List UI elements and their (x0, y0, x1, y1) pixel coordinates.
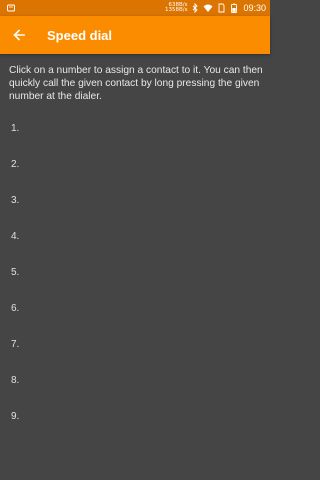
arrow-back-icon (13, 29, 25, 41)
speed-dial-number: 4. (11, 230, 20, 242)
speed-dial-item-9[interactable]: 9. (0, 398, 270, 434)
clock: 09:30 (243, 3, 266, 13)
speed-dial-number: 3. (11, 194, 20, 206)
speed-dial-number: 5. (11, 266, 20, 278)
speed-dial-item-1[interactable]: 1. (0, 110, 270, 146)
speed-dial-number: 9. (11, 410, 20, 422)
speed-dial-item-3[interactable]: 3. (0, 182, 270, 218)
speed-dial-number: 7. (11, 338, 20, 350)
speed-dial-item-8[interactable]: 8. (0, 362, 270, 398)
battery-icon (231, 3, 238, 13)
speed-dial-number: 6. (11, 302, 20, 314)
speed-dial-item-2[interactable]: 2. (0, 146, 270, 182)
speed-dial-item-5[interactable]: 5. (0, 254, 270, 290)
speed-dial-item-6[interactable]: 6. (0, 290, 270, 326)
speed-dial-list: 1. 2. 3. 4. 5. 6. 7. 8. 9. (0, 110, 270, 434)
status-bar: 638B/s 1358B/s 09:30 (0, 0, 270, 16)
speed-dial-description: Click on a number to assign a contact to… (9, 65, 263, 102)
wifi-icon (203, 4, 213, 12)
net-speed-down: 1358B/s (164, 7, 188, 13)
page-title: Speed dial (47, 27, 113, 43)
speed-dial-item-7[interactable]: 7. (0, 326, 270, 362)
notification-icon (7, 4, 15, 12)
back-button[interactable] (0, 16, 38, 54)
app-bar: Speed dial (0, 16, 270, 54)
speed-dial-number: 2. (11, 158, 20, 170)
sim-icon (219, 3, 225, 13)
network-speed: 638B/s 1358B/s (164, 2, 188, 14)
bluetooth-icon (193, 3, 199, 13)
speed-dial-number: 1. (11, 122, 20, 134)
speed-dial-number: 8. (11, 374, 20, 386)
speed-dial-item-4[interactable]: 4. (0, 218, 270, 254)
